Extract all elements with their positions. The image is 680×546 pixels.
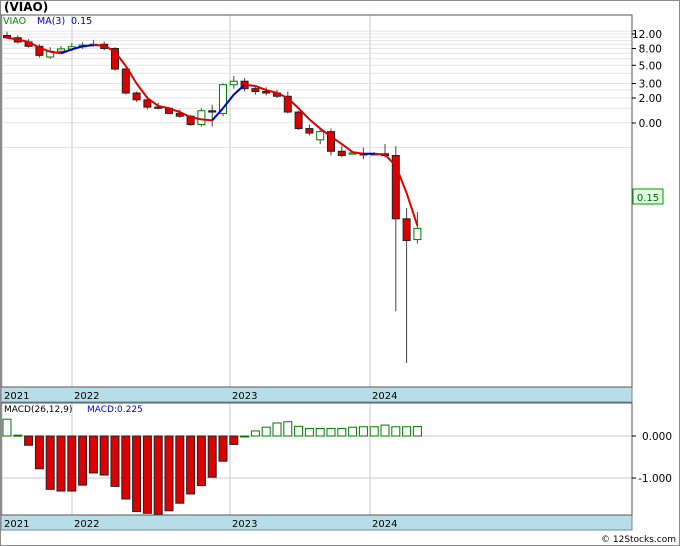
macd-bar (24, 435, 34, 446)
macd-bar (369, 426, 379, 437)
macd-bar (315, 427, 325, 437)
macd-bar (164, 435, 174, 512)
ma-label: MA(3) (37, 16, 65, 27)
macd-bar (34, 435, 44, 470)
candle-body (305, 128, 314, 134)
candle-body (197, 110, 206, 126)
macd-bar (175, 435, 185, 504)
year-tick-label: 2024 (372, 519, 397, 530)
macd-tick-label: 0.000 (642, 431, 672, 443)
macd-bar (358, 426, 368, 437)
ma-value: 0.15 (71, 16, 92, 27)
macd-bar (391, 426, 401, 437)
year-tick-label: 2024 (372, 391, 397, 402)
macd-bar (2, 418, 12, 437)
macd-bar (240, 435, 250, 438)
candlesticks (3, 31, 422, 363)
price-tick-label: 3.00 (639, 79, 662, 91)
macd-bar (45, 435, 55, 490)
candle-body (132, 92, 141, 101)
symbol-label: VIAO (3, 16, 26, 27)
price-panel-frame (0, 14, 633, 388)
macd-bar (142, 435, 152, 514)
macd-bar (294, 425, 304, 437)
macd-bar (272, 422, 282, 437)
macd-label: MACD(26,12,9) (4, 405, 72, 415)
year-tick-label: 2021 (4, 391, 29, 402)
macd-bar (380, 424, 390, 437)
axis-ticks: 12.00 8.00 5.00 3.00 2.00 0.00 0.000 -1.000 (632, 29, 672, 485)
year-tick-label: 2022 (74, 519, 99, 530)
price-tick-label: 2.00 (639, 93, 662, 105)
macd-bar (304, 427, 314, 437)
macd-bar (261, 426, 271, 437)
macd-bar (67, 435, 77, 492)
chart-title: (VIAO) (4, 0, 48, 14)
macd-tick-label: -1.000 (638, 473, 672, 485)
candle-body (57, 48, 65, 52)
macd-bar (283, 421, 293, 437)
macd-value-label: MACD:0.225 (87, 405, 143, 415)
watermark: © 12Stocks.com (601, 535, 676, 545)
candle-body (316, 131, 325, 141)
macd-bar (132, 435, 142, 513)
macd-bar (186, 435, 196, 495)
macd-bar (229, 435, 239, 445)
price-tick-label: 0.00 (639, 118, 662, 130)
macd-bar (78, 435, 88, 486)
price-tick-label: 5.00 (639, 60, 662, 72)
macd-bar (207, 435, 217, 478)
year-tick-label: 2022 (74, 391, 99, 402)
ma-line-falling (6, 36, 419, 227)
macd-bar (348, 426, 358, 437)
year-tick-label: 2023 (232, 519, 257, 530)
macd-bar (402, 426, 412, 437)
macd-bars (2, 418, 422, 515)
macd-bar (153, 435, 163, 515)
macd-bar (13, 434, 23, 437)
macd-bar (250, 430, 260, 437)
macd-bar (121, 435, 131, 500)
macd-bar (88, 435, 98, 474)
candle-body (251, 88, 260, 92)
macd-bar (218, 435, 228, 462)
stock-chart: 2021 2022 2023 2024 2021 2022 2023 2024 12.00 8.… (0, 0, 680, 546)
price-tick-label: 12.00 (632, 29, 662, 41)
year-tick-label: 2021 (4, 519, 29, 530)
year-tick-label: 2023 (232, 391, 257, 402)
macd-bar (56, 435, 66, 492)
macd-bar (196, 435, 206, 487)
macd-bar (412, 426, 422, 437)
candle-body (208, 110, 217, 113)
macd-bar (337, 427, 347, 437)
price-tick-label: 8.00 (639, 43, 662, 55)
macd-bar (110, 435, 120, 487)
candle-body (402, 218, 411, 242)
last-price-value: 0.15 (637, 193, 659, 204)
candle-body (294, 111, 303, 130)
macd-bar (99, 435, 109, 476)
candle-body (413, 227, 422, 241)
candle-body (229, 80, 238, 86)
macd-bar (326, 427, 336, 437)
candle-body (337, 150, 346, 156)
candle-body (121, 68, 130, 94)
